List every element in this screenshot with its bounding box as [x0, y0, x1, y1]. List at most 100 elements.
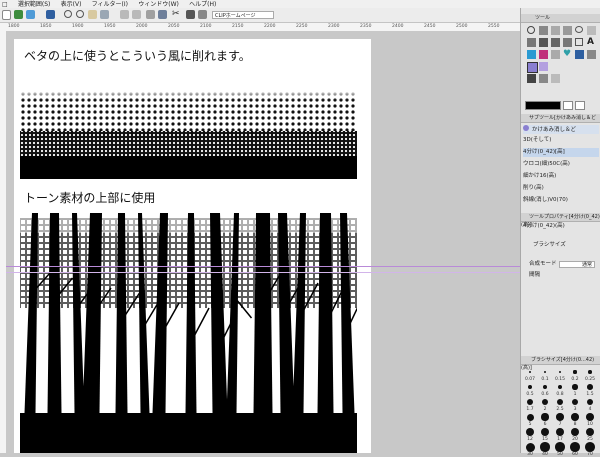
- redo-icon[interactable]: [132, 10, 141, 19]
- brush-size-preset[interactable]: [585, 442, 595, 452]
- brush-size-preset[interactable]: [527, 399, 533, 405]
- cut-icon[interactable]: ✂: [172, 10, 181, 19]
- pen-icon[interactable]: [14, 10, 23, 19]
- zoom-in-icon[interactable]: [64, 10, 72, 18]
- undo-icon[interactable]: [120, 10, 129, 19]
- heart-tool-icon[interactable]: ♥: [563, 50, 572, 59]
- brush-size-preset[interactable]: [556, 398, 564, 406]
- ruler-label: 1950: [104, 24, 116, 29]
- ruler-label: 2300: [328, 24, 340, 29]
- brush-size-preset[interactable]: [528, 385, 532, 389]
- subtool-active[interactable]: かけあみ消し＆ど: [523, 125, 599, 134]
- ruler-label: 2000: [136, 24, 148, 29]
- brush-size-label: 8: [573, 422, 577, 427]
- brush-size-preset[interactable]: [541, 413, 549, 421]
- brush-tool-icon[interactable]: [563, 38, 572, 47]
- rotate-icon[interactable]: [100, 10, 109, 19]
- tone-example-2: [20, 213, 357, 453]
- ruler-tool-icon[interactable]: [539, 62, 548, 71]
- subtool-item[interactable]: 削り(高): [523, 184, 599, 193]
- subtool-item[interactable]: 4分け(0_42)[高]: [523, 148, 599, 157]
- color-swatch-alt[interactable]: [575, 101, 585, 110]
- subtool-header: サブツール[かけあみ消し＆ど: [521, 114, 600, 123]
- brush-size-preset[interactable]: [570, 427, 580, 437]
- brush-size-preset[interactable]: [557, 384, 563, 390]
- brush-size-preset[interactable]: [572, 384, 578, 390]
- color-swatch-white[interactable]: [563, 101, 573, 110]
- select-tool-icon[interactable]: [551, 26, 560, 35]
- shape-tool-icon[interactable]: [575, 50, 584, 59]
- brush-size-preset[interactable]: [542, 384, 548, 390]
- canvas-page[interactable]: ベタの上に使うとこういう風に削れます。 トーン素材の上部に使用: [14, 39, 371, 453]
- brush-size-preset[interactable]: [526, 428, 534, 436]
- brush-size-preset[interactable]: [555, 427, 565, 437]
- move-tool-icon[interactable]: [539, 26, 548, 35]
- save-icon[interactable]: [46, 10, 55, 19]
- tone-erase-tool-icon[interactable]: [527, 62, 538, 73]
- wand-tool-icon[interactable]: [587, 26, 596, 35]
- brush-size-preset[interactable]: [525, 442, 535, 452]
- fill-tool-icon[interactable]: [527, 74, 536, 83]
- ruler-label: 2050: [168, 24, 180, 29]
- pencil-tool-icon[interactable]: [551, 38, 560, 47]
- brush-size-preset[interactable]: [543, 370, 547, 374]
- fill-icon[interactable]: [186, 10, 195, 19]
- brush-size-label: 0.6: [541, 392, 549, 397]
- transform-icon[interactable]: [158, 10, 167, 19]
- brush-size-preset[interactable]: [585, 427, 595, 437]
- brush-size-preset[interactable]: [586, 413, 594, 421]
- blend-mode-select[interactable]: 通常: [559, 261, 595, 268]
- eyedrop-tool-icon[interactable]: [527, 38, 536, 47]
- brush-size-label: 3: [573, 407, 577, 412]
- subtool-tab[interactable]: サブツール[かけあみ消し＆ど: [529, 115, 596, 121]
- eraser-tool-icon[interactable]: [575, 38, 583, 46]
- brush-size-preset[interactable]: [541, 398, 549, 406]
- homepage-combo[interactable]: CLIPホームページ: [212, 11, 274, 19]
- brush-size-preset[interactable]: [573, 370, 577, 374]
- tone-icon[interactable]: [198, 10, 207, 19]
- brush-size-label: 12: [527, 437, 533, 442]
- brush-size-preset[interactable]: [556, 413, 564, 421]
- blend-tool-icon[interactable]: [551, 74, 560, 83]
- brush-size-label: 1.7: [526, 407, 534, 412]
- brush-size-preset[interactable]: [587, 384, 593, 390]
- frame-tool-icon[interactable]: [587, 50, 596, 59]
- brush-size-preset[interactable]: [540, 442, 550, 452]
- ruler-label: 1800: [8, 24, 20, 29]
- color-swatch[interactable]: [525, 101, 561, 110]
- brush-size-preset[interactable]: [558, 370, 562, 374]
- zoom-out-icon[interactable]: [76, 10, 84, 18]
- hand-icon[interactable]: [88, 10, 97, 19]
- brush-size-preset[interactable]: [555, 442, 565, 452]
- brush-size-preset[interactable]: [571, 398, 579, 406]
- subtool-item[interactable]: ウロコ(細)50C(高): [523, 160, 599, 169]
- text-tool-icon[interactable]: A: [587, 38, 596, 47]
- subtool-item[interactable]: 3D(そして): [523, 136, 599, 145]
- tone-tool-icon[interactable]: [539, 50, 548, 59]
- layer-move-icon[interactable]: [563, 26, 572, 35]
- effect-tool-icon[interactable]: [551, 50, 560, 59]
- zoom-tool-icon[interactable]: [527, 26, 535, 34]
- pen-tool-icon[interactable]: [539, 38, 548, 47]
- subtool-item[interactable]: 細かけ16(高): [523, 172, 599, 181]
- tool-tab[interactable]: ツール: [535, 15, 550, 21]
- brush-size-label: 7: [558, 422, 562, 427]
- brush-size-preset[interactable]: [570, 442, 580, 452]
- brush-size-label: 5: [528, 422, 532, 427]
- lasso-tool-icon[interactable]: [575, 26, 583, 33]
- brush-size-preset[interactable]: [586, 398, 594, 406]
- brush-size-preset[interactable]: [571, 413, 579, 421]
- pattern-tool-icon[interactable]: [527, 50, 536, 59]
- pen-alt-icon[interactable]: [26, 10, 35, 19]
- brush-size-label: 10: [587, 422, 593, 427]
- gradient-tool-icon[interactable]: [539, 74, 548, 83]
- brush-size-preset[interactable]: [588, 370, 592, 374]
- new-icon[interactable]: [2, 10, 11, 20]
- clear-icon[interactable]: [146, 10, 155, 19]
- brush-size-label: 2: [543, 407, 547, 412]
- subtool-item[interactable]: 斜線(消し)V0(70): [523, 196, 599, 205]
- brush-size-preset[interactable]: [526, 413, 534, 421]
- ruler-label: 2400: [392, 24, 404, 29]
- brush-size-preset[interactable]: [529, 371, 531, 373]
- brush-size-preset[interactable]: [540, 427, 550, 437]
